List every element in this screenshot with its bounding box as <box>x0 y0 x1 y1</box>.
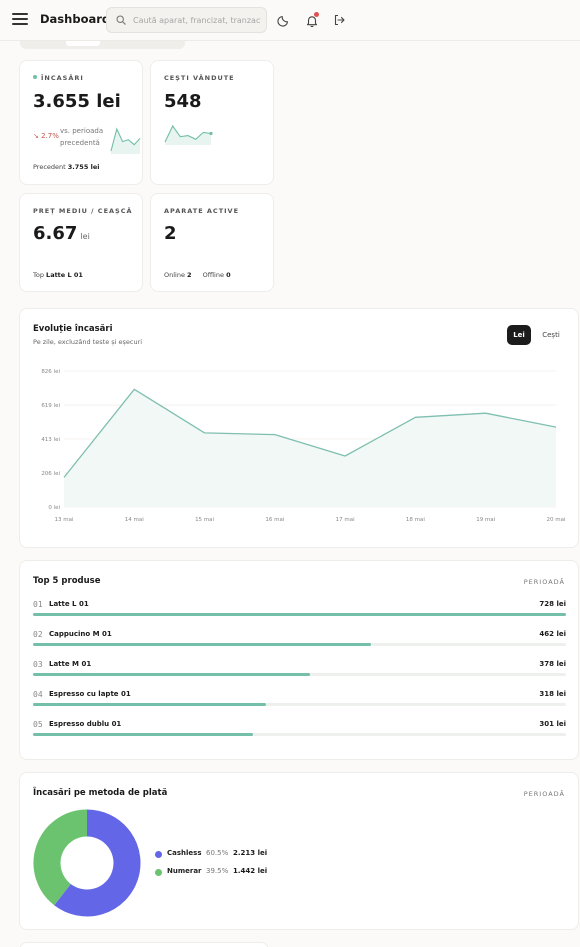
section-title: Top 5 produse <box>33 576 101 586</box>
legend-value: 1.442 lei <box>233 867 268 875</box>
delta-badge: ↘ 2.7% <box>33 132 59 140</box>
y-tick-label: 206 lei <box>41 471 60 477</box>
search-box[interactable] <box>106 7 267 33</box>
sparkline-point <box>209 131 213 136</box>
donut-slice <box>33 809 88 906</box>
kpi-footer: Top Latte L 01 <box>33 271 83 279</box>
x-tick-label: 15 mai <box>195 517 214 523</box>
product-bar <box>33 673 310 676</box>
delta-note: vs. perioada precedentă <box>60 127 104 147</box>
kpi-footer: Precedent 3.755 lei <box>33 163 100 171</box>
legend-dot <box>155 851 162 858</box>
legend-dot <box>155 869 162 876</box>
y-tick-label: 826 lei <box>41 369 60 375</box>
x-tick-label: 14 mai <box>125 517 144 523</box>
x-tick-label: 13 mai <box>54 517 73 523</box>
x-tick-label: 17 mai <box>336 517 355 523</box>
product-row[interactable]: 03 Latte M 01 378 lei <box>33 660 566 690</box>
revenue-chart-card: Evoluție încasări Pe zile, excluzând tes… <box>19 308 579 548</box>
y-tick-label: 619 lei <box>41 403 60 409</box>
kpi-value: 6.67 lei <box>33 223 90 244</box>
y-tick-label: 413 lei <box>41 437 60 443</box>
product-rank: 02 <box>33 630 43 639</box>
legend-percent: 39.5% <box>206 867 229 875</box>
product-bar <box>33 703 266 706</box>
payment-donut-chart <box>33 809 141 917</box>
product-name: Cappucino M 01 <box>49 630 112 638</box>
product-rank: 03 <box>33 660 43 669</box>
product-bar-track <box>33 703 566 706</box>
kpi-card-revenue: ÎNCASĂRI 3.655 lei ↘ 2.7% vs. perioada p… <box>19 60 143 185</box>
kpi-card-cups: CEȘTI VÂNDUTE 548 <box>150 60 274 185</box>
product-value: 318 lei <box>539 690 566 698</box>
product-bar-track <box>33 673 566 676</box>
x-tick-label: 16 mai <box>265 517 284 523</box>
product-rank: 05 <box>33 720 43 729</box>
product-row[interactable]: 02 Cappucino M 01 462 lei <box>33 630 566 660</box>
page-title: Dashboard <box>40 12 111 26</box>
kpi-card-machines: APARATE ACTIVE 2 Online 2 Offline 0 <box>150 193 274 292</box>
chart-subtitle: Pe zile, excluzând teste și eșecuri <box>33 338 143 346</box>
product-bar <box>33 733 254 736</box>
product-value: 462 lei <box>539 630 566 638</box>
legend-value: 2.213 lei <box>233 849 268 857</box>
payment-methods-card: Încasări pe metoda de plată PERIOADĂ Cas… <box>19 772 579 930</box>
logout-icon[interactable] <box>332 13 346 27</box>
kpi-label: CEȘTI VÂNDUTE <box>164 74 235 82</box>
product-rank: 04 <box>33 690 43 699</box>
kpi-label: PREȚ MEDIU / CEAȘCĂ <box>33 207 133 215</box>
y-tick-label: 0 lei <box>48 505 60 511</box>
kpi-card-avg-price: PREȚ MEDIU / CEAȘCĂ 6.67 lei Top Latte L … <box>19 193 143 292</box>
product-name: Espresso dublu 01 <box>49 720 122 728</box>
product-bar <box>33 643 372 646</box>
product-value: 728 lei <box>539 600 566 608</box>
revenue-line-chart: 0 lei 206 lei 413 lei 619 lei 826 lei 13 mai 1… <box>41 369 566 523</box>
product-row[interactable]: 05 Espresso dublu 01 301 lei <box>33 720 566 750</box>
product-row[interactable]: 04 Espresso cu lapte 01 318 lei <box>33 690 566 720</box>
kpi-label: ÎNCASĂRI <box>33 74 84 82</box>
x-tick-label: 20 mai <box>546 517 565 523</box>
next-card <box>19 942 269 947</box>
top-bar: Dashboard <box>0 0 580 41</box>
legend-percent: 60.5% <box>206 849 229 857</box>
area-fill <box>64 389 556 507</box>
period-label: PERIOADĂ <box>523 578 565 586</box>
menu-icon[interactable] <box>12 13 28 27</box>
chart-title: Evoluție încasări <box>33 324 113 334</box>
notifications-button[interactable] <box>305 12 319 28</box>
product-value: 378 lei <box>539 660 566 668</box>
legend-name: Numerar <box>167 867 202 875</box>
sparkline-revenue <box>110 127 141 154</box>
period-label: PERIOADĂ <box>523 790 565 798</box>
product-name: Latte L 01 <box>49 600 89 608</box>
moon-icon[interactable] <box>277 13 291 27</box>
search-icon <box>116 15 126 25</box>
kpi-value: 2 <box>164 223 177 244</box>
legend-name: Cashless <box>167 849 202 857</box>
product-value: 301 lei <box>539 720 566 728</box>
product-rank: 01 <box>33 600 43 609</box>
product-bar-track <box>33 733 566 736</box>
x-tick-label: 18 mai <box>406 517 425 523</box>
toggle-lei-button[interactable]: Lei <box>507 325 531 345</box>
product-row[interactable]: 01 Latte L 01 728 lei <box>33 600 566 630</box>
kpi-label: APARATE ACTIVE <box>164 207 240 215</box>
top-products-card: Top 5 produse PERIOADĂ 01 Latte L 01 728 l… <box>19 560 579 760</box>
product-bar <box>33 613 566 616</box>
product-name: Espresso cu lapte 01 <box>49 690 131 698</box>
kpi-value: 548 <box>164 91 202 112</box>
sparkline-cups <box>164 124 213 145</box>
search-input[interactable] <box>133 13 261 28</box>
product-name: Latte M 01 <box>49 660 92 668</box>
kpi-value: 3.655 lei <box>33 91 121 112</box>
period-tabs[interactable] <box>20 41 185 49</box>
notification-badge <box>314 12 319 17</box>
product-bar-track <box>33 613 566 616</box>
product-bar-track <box>33 643 566 646</box>
kpi-footer: Online 2 Offline 0 <box>164 271 231 279</box>
section-title: Încasări pe metoda de plată <box>33 788 168 798</box>
x-tick-label: 19 mai <box>476 517 495 523</box>
toggle-cesti-button[interactable]: Cești <box>536 325 566 345</box>
